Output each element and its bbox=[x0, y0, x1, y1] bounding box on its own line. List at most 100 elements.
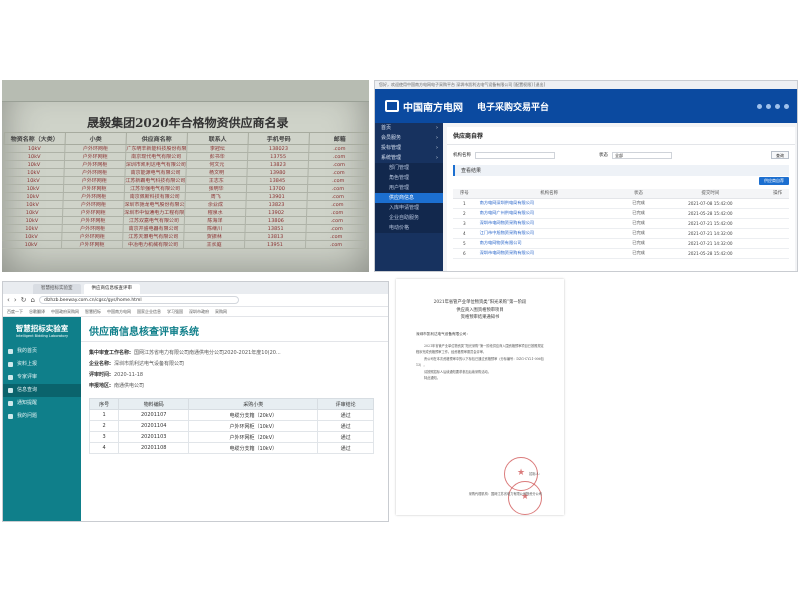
browser-tab[interactable]: 供应商信息核查评审 bbox=[83, 284, 140, 294]
table-cell: 13755 bbox=[247, 152, 309, 161]
browser-tabs: 智慧招标实验室 供应商信息核查评审 bbox=[3, 282, 388, 294]
nav-item[interactable]: 我的首页 bbox=[3, 345, 81, 358]
org-link[interactable]: 深圳市电网物资采购有限公司 bbox=[475, 248, 623, 259]
table-cell: 10kV bbox=[3, 160, 65, 169]
user-icon[interactable] bbox=[766, 103, 771, 109]
table-row[interactable]: 3 深圳市电网物资采购有限公司 已完成 2021-07-21 15:42:00 bbox=[453, 218, 789, 229]
org-link[interactable]: 南方电网深圳供电局有限公司 bbox=[475, 198, 623, 209]
table-row[interactable]: 2 南方电网广州供电局有限公司 已完成 2021-05-28 15:42:00 bbox=[453, 208, 789, 219]
time-cell: 2021-07-21 14:32:00 bbox=[654, 228, 767, 239]
table-cell: .com bbox=[305, 224, 368, 233]
nav-icon bbox=[8, 388, 13, 393]
refresh-icon[interactable]: ↻ bbox=[21, 296, 27, 304]
table-cell: 10kV bbox=[2, 240, 62, 249]
procurement-platform: 您好，欢迎使用中国南方电网电子采购平台 深圳市凯利达电气设备有限公司 [配置权限… bbox=[374, 80, 798, 272]
status-cell: 已完成 bbox=[622, 218, 655, 229]
action-cell[interactable] bbox=[766, 208, 789, 219]
sidebar-item[interactable]: 电动价格 bbox=[375, 223, 443, 233]
bookmark-item[interactable]: 智慧招标 bbox=[85, 309, 101, 315]
table-row: 10kV 户外环网柜 南京现代电气有限公司 彭书华 13755 .com bbox=[3, 152, 369, 161]
table-row: 10kV 户外环网柜 南京开盛电器有限公司 陈继川 13851 .com bbox=[2, 224, 368, 233]
status-cell: 已完成 bbox=[622, 228, 655, 239]
bookmark-item[interactable]: 采购网 bbox=[215, 309, 227, 315]
bookmark-item[interactable]: 谷歌翻译 bbox=[29, 309, 45, 315]
bookmark-item[interactable]: 中国政府采购网 bbox=[51, 309, 79, 315]
sidebar-item[interactable]: 会员服务 › bbox=[375, 133, 443, 143]
column-header: 评审结论 bbox=[317, 398, 374, 410]
sidebar-item[interactable]: 企业自助服务 bbox=[375, 213, 443, 223]
table-cell: 陈继川 bbox=[183, 224, 246, 233]
table-cell: 深圳市驰龙电气股份有限公司 bbox=[123, 200, 186, 209]
action-cell[interactable] bbox=[766, 228, 789, 239]
bookmark-item[interactable]: 百度一下 bbox=[7, 309, 23, 315]
body-paragraph: 特此通知。 bbox=[424, 376, 440, 380]
bookmark-item[interactable]: 国家企业信息 bbox=[137, 309, 161, 315]
spreadsheet-sheet: 晟毅集团2020年合格物资供应商名录 物资名称（大类） 小类 供应商名称 联系人 手机号… bbox=[2, 114, 369, 264]
nav-item[interactable]: 资料上报 bbox=[3, 358, 81, 371]
info-block: 集中审查工作名称: 国网江苏省电力有限公司南通供电分公司2020-2021年度10… bbox=[81, 342, 388, 398]
bookmark-item[interactable]: 中国南方电网 bbox=[107, 309, 131, 315]
forward-icon[interactable]: › bbox=[14, 296, 17, 304]
table-cell: 电缆分支箱（20kV） bbox=[188, 409, 319, 421]
spreadsheet-title: 晟毅集团2020年合格物资供应商名录 bbox=[86, 116, 289, 130]
table-cell: 王志东 bbox=[185, 176, 247, 185]
status-select[interactable]: 全部 bbox=[612, 151, 672, 159]
help-icon[interactable] bbox=[775, 103, 780, 109]
sidebar-item[interactable]: 供应商信息 bbox=[375, 193, 443, 203]
info-value: 2020-11-18 bbox=[114, 372, 144, 378]
table-cell: 10kV bbox=[3, 152, 65, 161]
url-input[interactable]: dlzhzb.beeway.com.cn/cgsc/gys/home.html bbox=[38, 296, 239, 304]
org-link[interactable]: 南方电网物资有限公司 bbox=[475, 238, 623, 249]
org-link[interactable]: 深圳市电网物资采购有限公司 bbox=[475, 218, 623, 229]
sidebar-item[interactable]: 用户管理 bbox=[375, 183, 443, 193]
table-cell: .com bbox=[306, 216, 368, 225]
status-cell: 已完成 bbox=[622, 248, 655, 259]
sidebar-item[interactable]: 系统管理 › bbox=[375, 153, 443, 163]
org-input[interactable] bbox=[475, 151, 555, 159]
action-cell[interactable] bbox=[766, 238, 789, 249]
sidebar-item[interactable]: 首页 › bbox=[375, 123, 443, 133]
table-cell: 10kV bbox=[2, 200, 64, 209]
nav-item[interactable]: 专家评审 bbox=[3, 371, 81, 384]
table-cell: .com bbox=[308, 144, 369, 153]
action-cell[interactable] bbox=[766, 218, 789, 229]
sidebar-item[interactable]: 入库申请管理 bbox=[375, 203, 443, 213]
review-table: 序号 物料编码 采购小类 评审结论 1 20201107 电缆分支箱（20kV） 通过 2 20… bbox=[88, 398, 374, 454]
query-button[interactable]: 查询 bbox=[771, 151, 789, 159]
browser-tab[interactable]: 智慧招标实验室 bbox=[33, 284, 81, 294]
org-link[interactable]: 南方电网广州供电局有限公司 bbox=[475, 208, 623, 219]
notice-body: 2021年省管产业单位物资类“阳光采购”第一阶段供应商入围资格预审项目已按照规定… bbox=[396, 343, 564, 382]
table-cell: 2 bbox=[88, 420, 120, 432]
column-header: 操作 bbox=[766, 189, 789, 199]
sidebar-item[interactable]: 投标管理 › bbox=[375, 143, 443, 153]
column-header: 联系人 bbox=[187, 132, 249, 145]
action-cell[interactable] bbox=[766, 198, 789, 209]
table-cell: 13902 bbox=[245, 208, 307, 217]
grid-logo-icon bbox=[385, 100, 399, 112]
sidebar-item[interactable]: 部门管理 bbox=[375, 163, 443, 173]
nav-icon bbox=[8, 414, 13, 419]
nav-item[interactable]: 通知提醒 bbox=[3, 397, 81, 410]
action-cell[interactable] bbox=[766, 248, 789, 259]
self-recommend-button[interactable]: 供应商自荐 bbox=[759, 177, 789, 185]
table-row[interactable]: 5 南方电网物资有限公司 已完成 2021-07-21 14:32:00 bbox=[453, 238, 789, 249]
nav-item[interactable]: 我的问题 bbox=[3, 410, 81, 423]
logout-icon[interactable] bbox=[784, 103, 789, 109]
table-row[interactable]: 1 南方电网深圳供电局有限公司 已完成 2021-07-08 15:42:00 bbox=[453, 198, 789, 209]
info-row: 申报地区: 南通供电公司 bbox=[89, 381, 380, 392]
bookmark-item[interactable]: 深圳市政府 bbox=[189, 309, 209, 315]
table-cell: .com bbox=[307, 192, 369, 201]
table-row[interactable]: 6 深圳市电网物资采购有限公司 已完成 2021-05-28 15:42:00 bbox=[453, 248, 789, 259]
back-icon[interactable]: ‹ bbox=[7, 296, 10, 304]
notice-icon[interactable] bbox=[757, 103, 762, 109]
org-link[interactable]: 江门市中旭物资采购有限公司 bbox=[475, 228, 623, 239]
table-cell: 20201104 bbox=[118, 420, 190, 432]
nav-item[interactable]: 信息查询 bbox=[3, 384, 81, 397]
home-icon[interactable]: ⌂ bbox=[31, 296, 35, 304]
table-cell: 10kV bbox=[2, 184, 64, 193]
table-cell: 电缆分支箱（10kV） bbox=[188, 442, 319, 454]
sidebar-item[interactable]: 角色管理 bbox=[375, 173, 443, 183]
platform-header: 中国南方电网 电子采购交易平台 bbox=[375, 89, 797, 123]
table-row[interactable]: 4 江门市中旭物资采购有限公司 已完成 2021-07-21 14:32:00 bbox=[453, 228, 789, 239]
bookmark-item[interactable]: 学习强国 bbox=[167, 309, 183, 315]
